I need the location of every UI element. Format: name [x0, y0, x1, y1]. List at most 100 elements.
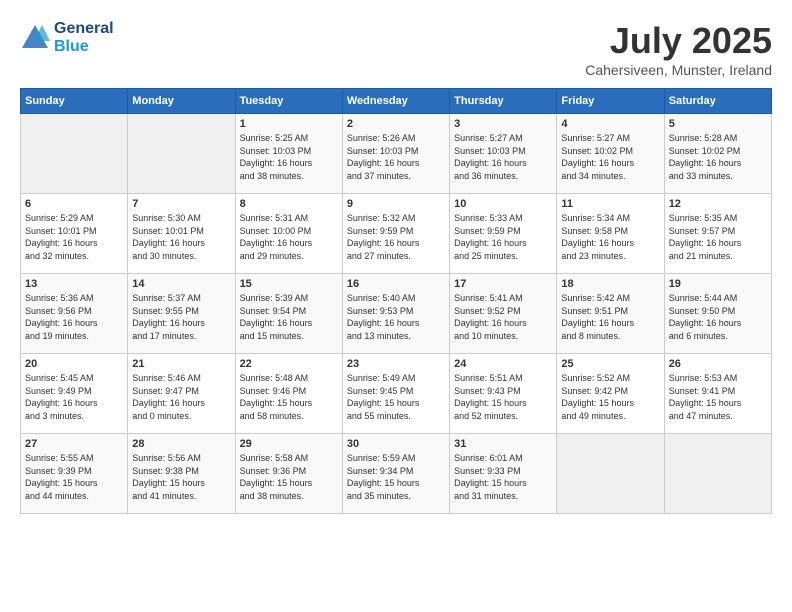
calendar-cell: 30 Sunrise: 5:59 AM Sunset: 9:34 PM Dayli… — [342, 434, 449, 514]
day-info: Sunrise: 5:52 AM Sunset: 9:42 PM Dayligh… — [561, 372, 659, 422]
day-number: 1 — [240, 118, 338, 130]
calendar-week-3: 13 Sunrise: 5:36 AM Sunset: 9:56 PM Dayli… — [21, 274, 772, 354]
day-number: 8 — [240, 198, 338, 210]
day-number: 21 — [132, 358, 230, 370]
calendar-cell: 14 Sunrise: 5:37 AM Sunset: 9:55 PM Dayli… — [128, 274, 235, 354]
calendar-cell: 2 Sunrise: 5:26 AM Sunset: 10:03 PM Dayli… — [342, 114, 449, 194]
day-number: 29 — [240, 438, 338, 450]
day-info: Sunrise: 5:41 AM Sunset: 9:52 PM Dayligh… — [454, 292, 552, 342]
day-info: Sunrise: 5:53 AM Sunset: 9:41 PM Dayligh… — [669, 372, 767, 422]
day-info: Sunrise: 5:40 AM Sunset: 9:53 PM Dayligh… — [347, 292, 445, 342]
calendar-cell: 6 Sunrise: 5:29 AM Sunset: 10:01 PM Dayli… — [21, 194, 128, 274]
day-number: 12 — [669, 198, 767, 210]
day-number: 13 — [25, 278, 123, 290]
page-header: General Blue July 2025 Cahersiveen, Muns… — [20, 20, 772, 78]
calendar-week-2: 6 Sunrise: 5:29 AM Sunset: 10:01 PM Dayli… — [21, 194, 772, 274]
calendar-cell: 5Sunrise: 5:28 AM Sunset: 10:02 PM Dayli… — [664, 114, 771, 194]
calendar-cell: 8 Sunrise: 5:31 AM Sunset: 10:00 PM Dayli… — [235, 194, 342, 274]
calendar-cell: 18 Sunrise: 5:42 AM Sunset: 9:51 PM Dayli… — [557, 274, 664, 354]
day-info: Sunrise: 5:35 AM Sunset: 9:57 PM Dayligh… — [669, 212, 767, 262]
weekday-header-monday: Monday — [128, 89, 235, 114]
day-info: Sunrise: 5:44 AM Sunset: 9:50 PM Dayligh… — [669, 292, 767, 342]
day-number: 9 — [347, 198, 445, 210]
day-info: Sunrise: 5:58 AM Sunset: 9:36 PM Dayligh… — [240, 452, 338, 502]
logo-line2: Blue — [54, 38, 114, 56]
day-info: Sunrise: 6:01 AM Sunset: 9:33 PM Dayligh… — [454, 452, 552, 502]
day-info: Sunrise: 5:33 AM Sunset: 9:59 PM Dayligh… — [454, 212, 552, 262]
day-number: 24 — [454, 358, 552, 370]
calendar-cell — [664, 434, 771, 514]
calendar-cell: 3 Sunrise: 5:27 AM Sunset: 10:03 PM Dayli… — [450, 114, 557, 194]
day-info: Sunrise: 5:37 AM Sunset: 9:55 PM Dayligh… — [132, 292, 230, 342]
day-number: 18 — [561, 278, 659, 290]
day-number: 7 — [132, 198, 230, 210]
day-info: Sunrise: 5:34 AM Sunset: 9:58 PM Dayligh… — [561, 212, 659, 262]
day-number: 15 — [240, 278, 338, 290]
calendar-cell: 17 Sunrise: 5:41 AM Sunset: 9:52 PM Dayli… — [450, 274, 557, 354]
day-number: 6 — [25, 198, 123, 210]
day-info: Sunrise: 5:26 AM Sunset: 10:03 PM Daylig… — [347, 132, 445, 182]
day-number: 20 — [25, 358, 123, 370]
calendar-cell — [557, 434, 664, 514]
day-number: 2 — [347, 118, 445, 130]
weekday-header-wednesday: Wednesday — [342, 89, 449, 114]
day-number: 5 — [669, 118, 767, 130]
calendar-cell: 22Sunrise: 5:48 AM Sunset: 9:46 PM Dayli… — [235, 354, 342, 434]
day-number: 25 — [561, 358, 659, 370]
day-info: Sunrise: 5:42 AM Sunset: 9:51 PM Dayligh… — [561, 292, 659, 342]
day-number: 26 — [669, 358, 767, 370]
calendar-week-5: 27Sunrise: 5:55 AM Sunset: 9:39 PM Dayli… — [21, 434, 772, 514]
calendar-cell: 9Sunrise: 5:32 AM Sunset: 9:59 PM Daylig… — [342, 194, 449, 274]
calendar-cell — [128, 114, 235, 194]
weekday-header-thursday: Thursday — [450, 89, 557, 114]
subtitle: Cahersiveen, Munster, Ireland — [585, 62, 772, 78]
day-info: Sunrise: 5:27 AM Sunset: 10:02 PM Daylig… — [561, 132, 659, 182]
day-number: 10 — [454, 198, 552, 210]
calendar-cell: 7 Sunrise: 5:30 AM Sunset: 10:01 PM Dayli… — [128, 194, 235, 274]
calendar-cell: 31 Sunrise: 6:01 AM Sunset: 9:33 PM Dayli… — [450, 434, 557, 514]
calendar-cell: 12 Sunrise: 5:35 AM Sunset: 9:57 PM Dayli… — [664, 194, 771, 274]
calendar-body: 1 Sunrise: 5:25 AM Sunset: 10:03 PM Dayli… — [21, 114, 772, 514]
day-number: 31 — [454, 438, 552, 450]
calendar-week-1: 1 Sunrise: 5:25 AM Sunset: 10:03 PM Dayli… — [21, 114, 772, 194]
day-info: Sunrise: 5:51 AM Sunset: 9:43 PM Dayligh… — [454, 372, 552, 422]
day-number: 14 — [132, 278, 230, 290]
calendar-cell: 20 Sunrise: 5:45 AM Sunset: 9:49 PM Dayli… — [21, 354, 128, 434]
calendar-cell: 19 Sunrise: 5:44 AM Sunset: 9:50 PM Dayli… — [664, 274, 771, 354]
weekday-header-saturday: Saturday — [664, 89, 771, 114]
day-number: 23 — [347, 358, 445, 370]
calendar-cell: 10 Sunrise: 5:33 AM Sunset: 9:59 PM Dayli… — [450, 194, 557, 274]
day-info: Sunrise: 5:29 AM Sunset: 10:01 PM Daylig… — [25, 212, 123, 262]
day-info: Sunrise: 5:30 AM Sunset: 10:01 PM Daylig… — [132, 212, 230, 262]
calendar-cell: 26 Sunrise: 5:53 AM Sunset: 9:41 PM Dayli… — [664, 354, 771, 434]
day-info: Sunrise: 5:31 AM Sunset: 10:00 PM Daylig… — [240, 212, 338, 262]
logo: General Blue — [20, 20, 114, 56]
calendar-cell: 11Sunrise: 5:34 AM Sunset: 9:58 PM Dayli… — [557, 194, 664, 274]
day-info: Sunrise: 5:59 AM Sunset: 9:34 PM Dayligh… — [347, 452, 445, 502]
day-info: Sunrise: 5:27 AM Sunset: 10:03 PM Daylig… — [454, 132, 552, 182]
day-number: 17 — [454, 278, 552, 290]
calendar-cell: 1 Sunrise: 5:25 AM Sunset: 10:03 PM Dayli… — [235, 114, 342, 194]
calendar-cell: 24 Sunrise: 5:51 AM Sunset: 9:43 PM Dayli… — [450, 354, 557, 434]
day-info: Sunrise: 5:46 AM Sunset: 9:47 PM Dayligh… — [132, 372, 230, 422]
day-info: Sunrise: 5:25 AM Sunset: 10:03 PM Daylig… — [240, 132, 338, 182]
day-number: 30 — [347, 438, 445, 450]
day-info: Sunrise: 5:36 AM Sunset: 9:56 PM Dayligh… — [25, 292, 123, 342]
day-number: 3 — [454, 118, 552, 130]
weekday-header-tuesday: Tuesday — [235, 89, 342, 114]
calendar-cell: 4 Sunrise: 5:27 AM Sunset: 10:02 PM Dayli… — [557, 114, 664, 194]
calendar-cell: 27Sunrise: 5:55 AM Sunset: 9:39 PM Dayli… — [21, 434, 128, 514]
calendar-week-4: 20 Sunrise: 5:45 AM Sunset: 9:49 PM Dayli… — [21, 354, 772, 434]
day-info: Sunrise: 5:49 AM Sunset: 9:45 PM Dayligh… — [347, 372, 445, 422]
day-number: 19 — [669, 278, 767, 290]
day-info: Sunrise: 5:39 AM Sunset: 9:54 PM Dayligh… — [240, 292, 338, 342]
day-number: 4 — [561, 118, 659, 130]
weekday-header-friday: Friday — [557, 89, 664, 114]
day-info: Sunrise: 5:48 AM Sunset: 9:46 PM Dayligh… — [240, 372, 338, 422]
calendar-cell: 13 Sunrise: 5:36 AM Sunset: 9:56 PM Dayli… — [21, 274, 128, 354]
day-number: 27 — [25, 438, 123, 450]
day-number: 28 — [132, 438, 230, 450]
day-info: Sunrise: 5:45 AM Sunset: 9:49 PM Dayligh… — [25, 372, 123, 422]
calendar-cell: 21 Sunrise: 5:46 AM Sunset: 9:47 PM Dayli… — [128, 354, 235, 434]
day-number: 16 — [347, 278, 445, 290]
